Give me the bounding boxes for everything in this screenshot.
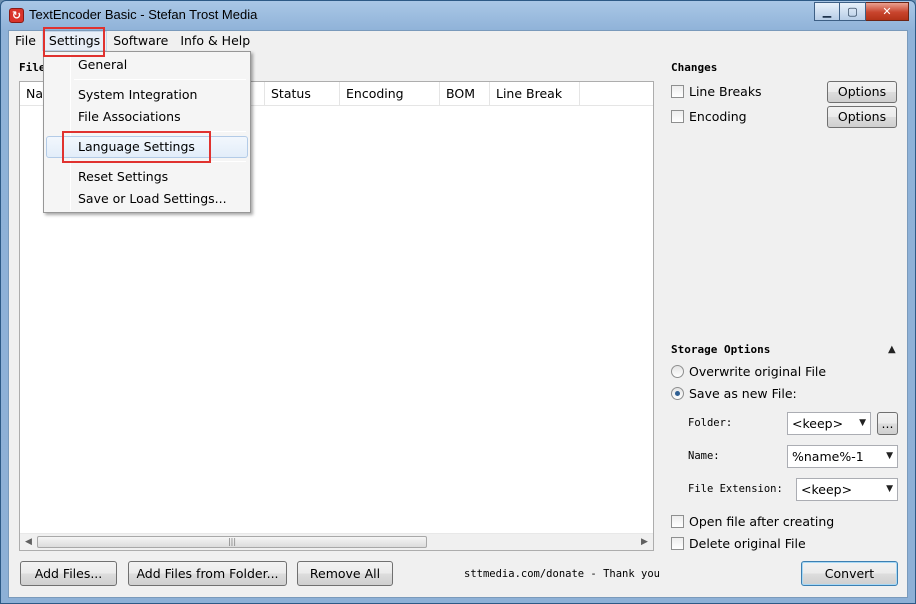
menu-file[interactable]: File	[9, 31, 42, 51]
horizontal-scrollbar[interactable]: ◀ ||| ▶	[20, 533, 653, 550]
overwrite-label: Overwrite original File	[689, 364, 827, 379]
open-after-checkbox[interactable]: Open file after creating	[671, 514, 834, 529]
scrollbar-thumb[interactable]: |||	[37, 536, 427, 548]
menu-item-system-integration[interactable]: System Integration	[46, 84, 248, 106]
column-line-break[interactable]: Line Break	[490, 82, 580, 106]
checkbox-icon	[671, 537, 684, 550]
radio-icon	[671, 365, 684, 378]
encoding-checkbox[interactable]: Encoding	[671, 109, 747, 124]
donate-link[interactable]: sttmedia.com/donate - Thank you	[464, 568, 660, 580]
encoding-label: Encoding	[689, 109, 747, 124]
menu-info-help[interactable]: Info & Help	[174, 31, 256, 51]
checkbox-icon	[671, 515, 684, 528]
column-encoding[interactable]: Encoding	[340, 82, 440, 106]
save-new-radio[interactable]: Save as new File:	[671, 386, 797, 401]
browse-folder-button[interactable]: ...	[877, 412, 898, 435]
highlight-settings-menu	[43, 27, 105, 57]
file-extension-combo[interactable]: <keep> ▼	[796, 478, 898, 501]
folder-label: Folder:	[688, 417, 733, 429]
app-logo-icon[interactable]: ↻	[9, 8, 24, 23]
column-status[interactable]: Status	[265, 82, 340, 106]
menu-item-file-associations[interactable]: File Associations	[46, 106, 248, 128]
name-label: Name:	[688, 450, 720, 462]
convert-button[interactable]: Convert	[801, 561, 898, 586]
folder-value: <keep>	[792, 416, 844, 431]
name-combo[interactable]: %name%-1 ▼	[787, 445, 898, 468]
maximize-icon: ▢	[847, 5, 858, 18]
file-extension-value: <keep>	[801, 482, 853, 497]
menu-item-save-load-settings[interactable]: Save or Load Settings...	[46, 188, 248, 210]
add-files-from-folder-button[interactable]: Add Files from Folder...	[128, 561, 287, 586]
maximize-button[interactable]: ▢	[840, 2, 866, 21]
window-title: TextEncoder Basic - Stefan Trost Media	[29, 7, 258, 22]
line-breaks-label: Line Breaks	[689, 84, 762, 99]
menu-item-general[interactable]: General	[46, 54, 248, 76]
folder-select[interactable]: <keep> ▼	[787, 412, 871, 435]
column-bom[interactable]: BOM	[440, 82, 490, 106]
files-section-title: File	[19, 61, 46, 74]
menu-software[interactable]: Software	[107, 31, 174, 51]
overwrite-radio[interactable]: Overwrite original File	[671, 364, 826, 379]
minimize-icon: ▁	[822, 5, 832, 18]
storage-options-title: Storage Options	[671, 343, 771, 356]
window-controls: ▁ ▢ ✕	[814, 2, 909, 21]
encoding-options-button[interactable]: Options	[827, 106, 897, 128]
chevron-down-icon: ▼	[886, 451, 893, 461]
app-window: ↻ TextEncoder Basic - Stefan Trost Media…	[0, 0, 916, 604]
close-icon: ✕	[882, 5, 892, 18]
chevron-down-icon: ▼	[886, 484, 893, 494]
minimize-button[interactable]: ▁	[814, 2, 840, 21]
menu-item-reset-settings[interactable]: Reset Settings	[46, 166, 248, 188]
menu-separator	[74, 79, 246, 80]
file-extension-label: File Extension:	[688, 483, 783, 495]
name-value: %name%-1	[792, 449, 864, 464]
collapse-up-icon[interactable]: ▲	[888, 344, 896, 355]
radio-selected-icon	[671, 387, 684, 400]
chevron-down-icon: ▼	[859, 418, 866, 428]
close-button[interactable]: ✕	[866, 2, 909, 21]
line-breaks-checkbox[interactable]: Line Breaks	[671, 84, 762, 99]
scroll-right-icon[interactable]: ▶	[636, 534, 653, 551]
highlight-language-settings	[62, 131, 211, 163]
line-breaks-options-button[interactable]: Options	[827, 81, 897, 103]
title-bar[interactable]: ↻ TextEncoder Basic - Stefan Trost Media…	[1, 1, 915, 30]
right-panel: Changes Line Breaks Options Encoding Opt…	[669, 31, 907, 599]
add-files-button[interactable]: Add Files...	[20, 561, 117, 586]
checkbox-icon	[671, 110, 684, 123]
delete-original-checkbox[interactable]: Delete original File	[671, 536, 806, 551]
remove-all-button[interactable]: Remove All	[297, 561, 393, 586]
open-after-label: Open file after creating	[689, 514, 835, 529]
scroll-left-icon[interactable]: ◀	[20, 534, 37, 551]
delete-original-label: Delete original File	[689, 536, 806, 551]
changes-title: Changes	[671, 61, 718, 74]
client-area: File Settings Software Info & Help File …	[8, 30, 908, 598]
checkbox-icon	[671, 85, 684, 98]
save-new-label: Save as new File:	[689, 386, 797, 401]
